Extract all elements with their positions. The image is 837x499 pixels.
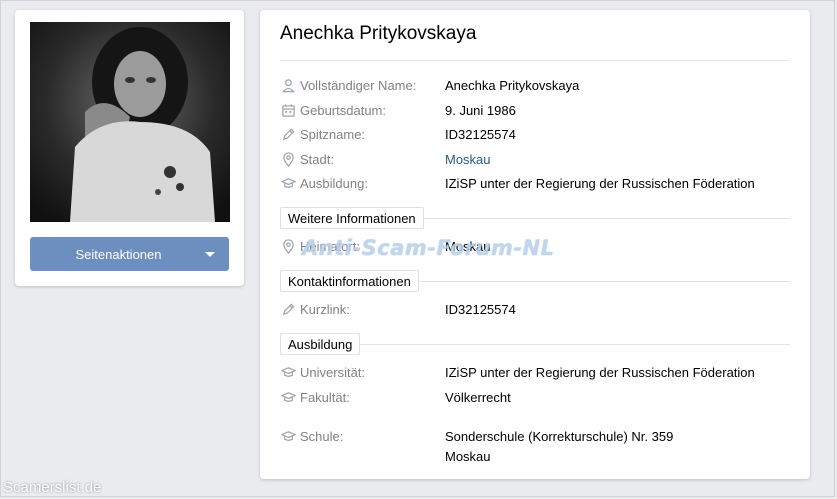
profile-photo-image [30,22,230,222]
page-title: Anechka Pritykovskaya [280,23,477,44]
info-row-nickname: Spitzname: ID32125574 [280,125,516,143]
user-icon [280,77,296,93]
info-value: Moskau [445,448,491,464]
info-value: Sonderschule (Korrekturschule) Nr. 359 [445,428,674,444]
info-label: Universität: [300,364,366,380]
city-link[interactable]: Moskau [445,152,491,167]
info-value: Moskau [445,238,491,254]
section-contact-info: Kontaktinformationen [280,270,790,292]
section-title[interactable]: Kontaktinformationen [280,270,419,292]
info-label: Spitzname: [300,126,366,142]
info-label: Vollständiger Name: [300,77,417,93]
info-label: Schule: [300,428,344,444]
page-actions-label: Seitenaktionen [75,246,162,262]
profile-info-card: Anechka Pritykovskaya Vollständiger Name… [260,10,810,479]
location-pin-icon [280,238,296,254]
graduation-cap-icon [280,428,296,444]
chevron-down-icon [205,252,215,257]
section-education: Ausbildung [280,333,790,355]
footer-watermark: Scamerslist.de [3,479,102,496]
info-value: IZiSP unter der Regierung der Russischen… [445,364,755,380]
info-row-city: Stadt: Moskau [280,150,491,168]
info-row-school: Schule: Sonderschule (Korrekturschule) N… [280,427,673,445]
graduation-cap-icon [280,389,296,405]
info-value: Anechka Pritykovskaya [445,77,580,93]
pencil-icon [280,301,296,317]
profile-photo-card: Seitenaktionen [15,10,244,286]
info-value: IZiSP unter der Regierung der Russischen… [445,175,755,191]
profile-photo[interactable] [30,22,230,222]
calendar-icon [280,102,296,118]
info-label: Kurzlink: [300,301,350,317]
info-row-full-name: Vollständiger Name: Anechka Pritykovskay… [280,76,579,94]
info-value: 9. Juni 1986 [445,102,516,118]
info-row-school-city: Moskau [280,447,491,465]
info-row-birthdate: Geburtsdatum: 9. Juni 1986 [280,101,516,119]
pencil-icon [280,126,296,142]
info-row-hometown: Heimatort: Moskau [280,237,491,255]
graduation-cap-icon [280,364,296,380]
info-row-faculty: Fakultät: Völkerrecht [280,388,511,406]
section-title[interactable]: Ausbildung [280,333,361,355]
info-value: Völkerrecht [445,389,511,405]
info-label: Fakultät: [300,389,350,405]
title-divider [280,60,790,61]
info-row-education: Ausbildung: IZiSP unter der Regierung de… [280,174,755,192]
location-pin-icon [280,151,296,167]
info-label: Geburtsdatum: [300,102,386,118]
section-title[interactable]: Weitere Informationen [280,207,424,229]
info-label: Stadt: [300,151,334,167]
info-label: Heimatort: [300,238,360,254]
info-value: ID32125574 [445,126,516,142]
page-actions-button[interactable]: Seitenaktionen [30,237,229,271]
graduation-cap-icon [280,175,296,191]
info-value: ID32125574 [445,301,516,317]
info-label: Ausbildung: [300,175,368,191]
section-more-info: Weitere Informationen [280,207,790,229]
info-row-short-link: Kurzlink: ID32125574 [280,300,516,318]
info-row-university: Universität: IZiSP unter der Regierung d… [280,363,755,381]
